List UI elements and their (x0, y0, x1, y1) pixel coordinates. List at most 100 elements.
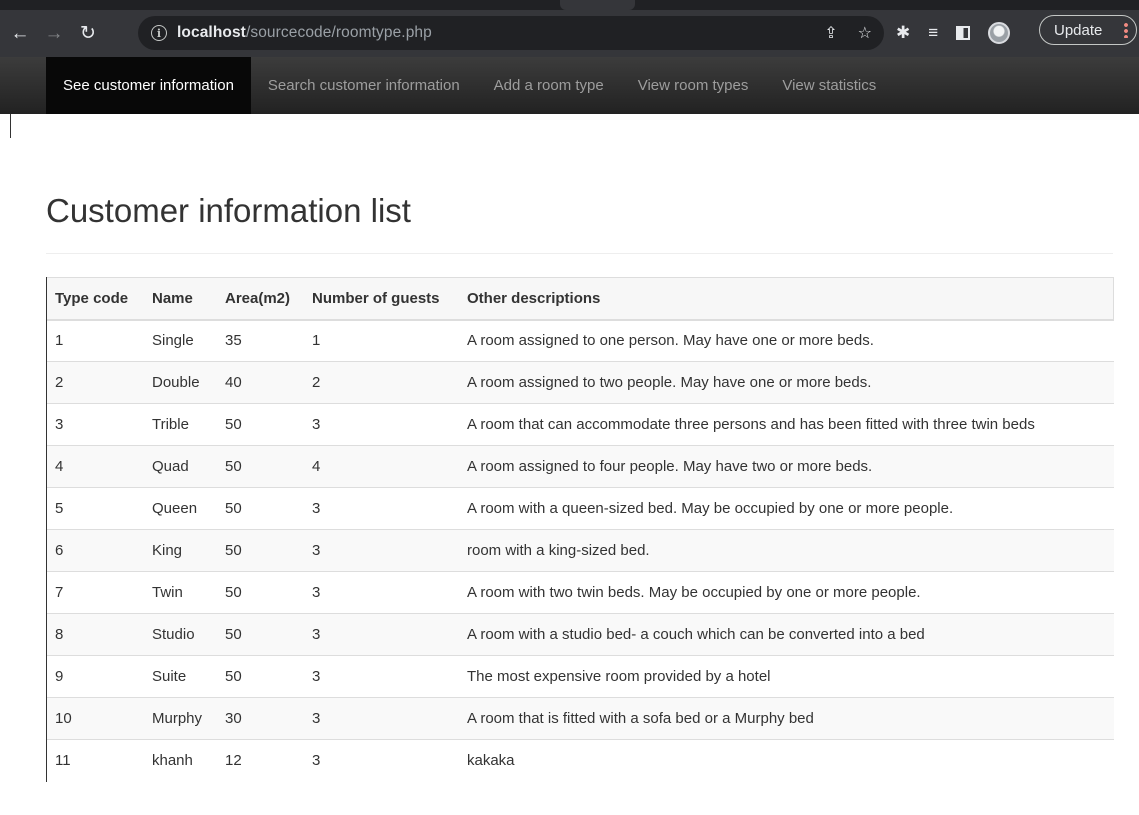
cell-number-of-guests: 3 (304, 739, 459, 782)
cell-area: 50 (217, 655, 304, 698)
cell-description: A room assigned to four people. May have… (459, 445, 1114, 488)
table-row: 7 Twin 50 3 A room with two twin beds. May b… (47, 571, 1114, 614)
cell-area: 40 (217, 361, 304, 404)
reading-list-icon[interactable]: ≡ (928, 23, 938, 43)
cell-type-code: 3 (47, 403, 144, 446)
cell-type-code: 7 (47, 571, 144, 614)
cell-type-code: 8 (47, 613, 144, 656)
cell-description: kakaka (459, 739, 1114, 782)
table-row: 6 King 50 3 room with a king-sized bed. (47, 529, 1114, 572)
nav-add-room-type[interactable]: Add a room type (477, 57, 621, 114)
cell-number-of-guests: 3 (304, 613, 459, 656)
table-row: 3 Trible 50 3 A room that can accommodate th… (47, 403, 1114, 446)
cell-area: 50 (217, 487, 304, 530)
room-type-table: Type code Name Area(m2) Number of guests… (47, 277, 1114, 782)
share-icon[interactable]: ⇪ (824, 23, 837, 43)
nav-search-customer-information[interactable]: Search customer information (251, 57, 477, 114)
cell-area: 50 (217, 613, 304, 656)
title-divider (46, 253, 1113, 254)
cell-area: 50 (217, 571, 304, 614)
header-number-of-guests: Number of guests (304, 277, 459, 321)
cell-type-code: 2 (47, 361, 144, 404)
cell-description: A room that can accommodate three person… (459, 403, 1114, 446)
room-type-table-container: Type code Name Area(m2) Number of guests… (46, 277, 1114, 782)
cell-name: khanh (144, 739, 217, 782)
info-icon[interactable]: i (151, 25, 167, 41)
cell-number-of-guests: 3 (304, 697, 459, 740)
cell-description: room with a king-sized bed. (459, 529, 1114, 572)
table-row: 1 Single 35 1 A room assigned to one person.… (47, 320, 1114, 362)
header-type-code: Type code (47, 277, 144, 321)
cell-area: 50 (217, 445, 304, 488)
forward-arrow-icon[interactable]: → (40, 20, 68, 48)
browser-chrome: ← → ↻ i localhost/sourcecode/roomtype.ph… (0, 0, 1139, 57)
reload-icon[interactable]: ↻ (74, 20, 102, 48)
url-host: localhost (177, 24, 246, 41)
extensions-icon[interactable]: ✱ (896, 23, 910, 43)
nav-see-customer-information[interactable]: See customer information (46, 57, 251, 114)
cell-name: Trible (144, 403, 217, 446)
header-other-descriptions: Other descriptions (459, 277, 1114, 321)
header-name: Name (144, 277, 217, 321)
cell-area: 50 (217, 529, 304, 572)
address-bar[interactable]: i localhost/sourcecode/roomtype.php ⇪ ☆ (138, 16, 884, 50)
page-title: Customer information list (46, 192, 411, 229)
cell-number-of-guests: 4 (304, 445, 459, 488)
table-body: 1 Single 35 1 A room assigned to one person.… (47, 320, 1114, 782)
cell-name: Suite (144, 655, 217, 698)
update-label: Update (1054, 21, 1103, 39)
cell-description: A room assigned to two people. May have … (459, 361, 1114, 404)
cell-type-code: 4 (47, 445, 144, 488)
cell-number-of-guests: 3 (304, 403, 459, 446)
cell-type-code: 11 (47, 739, 144, 782)
more-menu-icon[interactable] (1124, 22, 1128, 38)
table-row: 8 Studio 50 3 A room with a studio bed- a co… (47, 613, 1114, 656)
cell-number-of-guests: 1 (312, 332, 321, 350)
table-row: 11 khanh 12 3 kakaka (47, 739, 1114, 782)
star-icon[interactable]: ☆ (858, 23, 872, 43)
cell-area: 35 (225, 332, 242, 350)
table-row: 5 Queen 50 3 A room with a queen-sized bed. … (47, 487, 1114, 530)
cell-name: Murphy (144, 697, 217, 740)
table-row: 4 Quad 50 4 A room assigned to four people. … (47, 445, 1114, 488)
cell-name: King (144, 529, 217, 572)
cell-name: Queen (144, 487, 217, 530)
cell-name: Studio (144, 613, 217, 656)
back-arrow-icon[interactable]: ← (6, 20, 34, 48)
browser-toolbar: ← → ↻ i localhost/sourcecode/roomtype.ph… (0, 10, 1139, 57)
active-tab-edge[interactable] (560, 0, 635, 10)
side-panel-icon[interactable] (956, 26, 971, 40)
url-text[interactable]: localhost/sourcecode/roomtype.php (177, 24, 432, 42)
cell-area: 50 (217, 403, 304, 446)
cell-type-code: 1 (55, 332, 64, 350)
table-row: 2 Double 40 2 A room assigned to two people.… (47, 361, 1114, 404)
app-navbar: See customer information Search customer… (0, 57, 1139, 114)
cell-number-of-guests: 2 (304, 361, 459, 404)
cell-description: A room assigned to one person. May have … (467, 332, 874, 350)
cell-description: A room with a queen-sized bed. May be oc… (459, 487, 1114, 530)
nav-view-statistics[interactable]: View statistics (765, 57, 893, 114)
cell-description: A room that is fitted with a sofa bed or… (459, 697, 1114, 740)
url-path: /sourcecode/roomtype.php (245, 24, 432, 41)
cell-type-code: 5 (47, 487, 144, 530)
profile-avatar[interactable] (988, 22, 1011, 44)
cell-number-of-guests: 3 (304, 529, 459, 572)
cell-area: 12 (217, 739, 304, 782)
header-area: Area(m2) (217, 277, 304, 321)
cell-type-code: 6 (47, 529, 144, 572)
cell-name: Double (144, 361, 217, 404)
cell-area: 30 (217, 697, 304, 740)
cell-description: A room with two twin beds. May be occupi… (459, 571, 1114, 614)
cell-name: Quad (144, 445, 217, 488)
update-button[interactable]: Update (1039, 15, 1137, 45)
cell-number-of-guests: 3 (304, 655, 459, 698)
table-row: 9 Suite 50 3 The most expensive room provide… (47, 655, 1114, 698)
page-edge-divider (10, 114, 11, 138)
cell-type-code: 9 (47, 655, 144, 698)
nav-view-room-types[interactable]: View room types (621, 57, 766, 114)
cell-number-of-guests: 3 (304, 487, 459, 530)
cell-type-code: 10 (47, 697, 144, 740)
cell-name: Twin (144, 571, 217, 614)
cell-description: A room with a studio bed- a couch which … (459, 613, 1114, 656)
cell-name: Single (152, 332, 194, 350)
